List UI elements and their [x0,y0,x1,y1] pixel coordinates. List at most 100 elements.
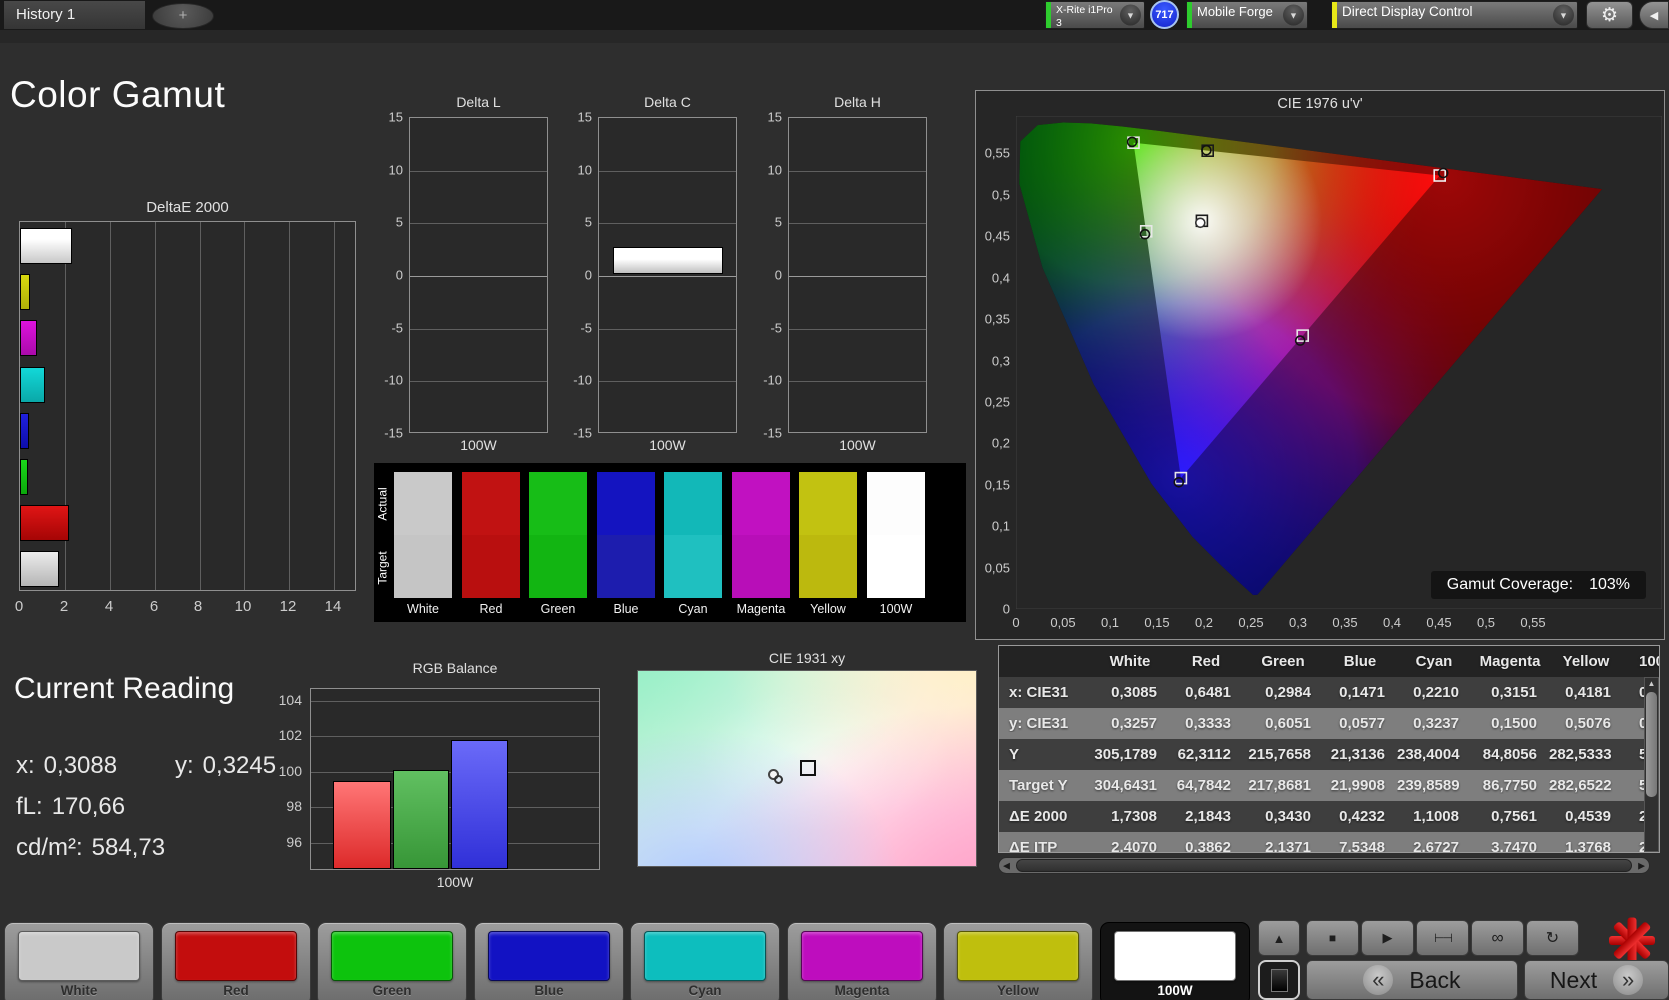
scroll-up-icon[interactable]: ▲ [1645,679,1658,688]
cie76-ytick: 0,35 [984,311,1010,327]
stop-icon: ■ [1328,931,1337,945]
continuous-read-button[interactable]: ∞ [1471,920,1524,956]
triangle-up-icon: ▲ [1272,930,1286,946]
swatch-label: Yellow [810,602,846,616]
meter-dropdown[interactable]: X-Rite i1Pro 3 Direct View ▼ [1045,1,1145,41]
current-reading-title: Current Reading [14,672,235,705]
tab-history-1[interactable]: History 1 [4,1,145,29]
patch-label: Blue [534,983,564,998]
delta-ytick: -10 [573,372,592,388]
settings-button[interactable]: ⚙ [1586,1,1633,29]
bar-red [20,505,69,541]
next-button[interactable]: Next » [1524,960,1669,1000]
scroll-left-icon[interactable]: ◀ [1003,860,1010,871]
patch-swatch [488,931,610,981]
reading-y: y: 0,3245 [175,752,277,779]
swatch-100w [867,472,925,598]
rgb-ytick: 100 [278,763,302,779]
cie76-ytick: 0,2 [991,435,1010,451]
secondary-bar [0,30,1669,43]
swatch-white [394,472,452,598]
display-control-dropdown[interactable]: Direct Display Control ▼ [1331,1,1578,29]
delta-l-chart [409,117,548,433]
delta-c-chart [598,117,737,433]
stop-measuring-icon[interactable] [1607,916,1657,964]
delta-ytick: 10 [577,162,592,178]
patch-button-green[interactable]: Green [317,922,467,1000]
swatch-label: Blue [613,602,639,616]
patch-button-cyan[interactable]: Cyan [630,922,780,1000]
patch-label: 100W [1157,983,1193,998]
source-dropdown[interactable]: Mobile Forge ▼ [1186,1,1308,29]
stop-button[interactable]: ■ [1306,920,1359,956]
cie76-xtick: 0,1 [1100,615,1120,630]
vscroll-thumb[interactable] [1646,692,1657,797]
delta-c-xlabel: 100W [649,437,686,453]
cie1976-diagram [1016,116,1662,609]
cie76-xtick: 0,5 [1476,615,1496,630]
patch-button-magenta[interactable]: Magenta [787,922,937,1000]
patch-label: Cyan [688,983,722,998]
table-row: Y 305,1789 62,3112 215,7658 21,3136 238,… [999,739,1659,770]
chevron-down-icon: ▼ [1553,4,1574,26]
play-button[interactable]: ▶ [1361,920,1414,956]
re-read-button[interactable]: ↻ [1526,920,1579,956]
patch-button-blue[interactable]: Blue [474,922,624,1000]
deltae-xtick: 12 [279,598,297,615]
table-horizontal-scrollbar[interactable]: ◀ ▶ [998,857,1650,874]
single-read-button[interactable]: ⊢⊣ [1416,920,1469,956]
hscroll-thumb[interactable] [1016,859,1632,872]
swatch-label: White [407,602,439,616]
cie76-ytick: 0,3 [991,353,1010,369]
table-vertical-scrollbar[interactable]: ▲ [1644,677,1659,852]
pattern-window-button[interactable] [1258,960,1300,1000]
delta-h-title: Delta H [834,94,881,110]
add-tab-button[interactable]: + [152,3,214,29]
chevron-left-icon: ◀ [1649,9,1659,22]
delta-ytick: 0 [584,267,592,283]
delta-l-xlabel: 100W [460,437,497,453]
swatch-blue [597,472,655,598]
patch-swatch [957,931,1079,981]
back-label: Back [1409,966,1461,993]
deltae-xtick: 6 [149,598,159,615]
chevron-double-left-icon: « [1363,965,1394,995]
swatch-label: 100W [879,602,913,616]
cie76-xtick: 0,05 [1050,615,1076,630]
cie76-xtick: 0,4 [1382,615,1402,630]
swatch-label: Cyan [678,602,708,616]
back-button[interactable]: « Back [1306,960,1518,1000]
refresh-icon: ↻ [1545,930,1560,947]
play-icon: ▶ [1382,930,1393,945]
patch-button-yellow[interactable]: Yellow [943,922,1093,1000]
table-row: ΔE 2000 1,7308 2,1843 0,3430 0,4232 1,10… [999,801,1659,832]
pattern-window-up-button[interactable]: ▲ [1258,920,1300,956]
patch-swatch [801,931,923,981]
cie76-ytick: 0,45 [984,228,1010,244]
table-row: y: CIE31 0,3257 0,3333 0,6051 0,0577 0,3… [999,708,1659,739]
delta-ytick: 5 [774,214,782,230]
delta-ytick: 0 [774,267,782,283]
scroll-right-icon[interactable]: ▶ [1638,860,1645,871]
next-label: Next [1549,966,1598,993]
patch-button-100w[interactable]: 100W [1100,922,1250,1000]
delta-ytick: -5 [580,320,592,336]
reading-cdm2: cd/m²: 584,73 [16,834,166,861]
delta-ytick: 5 [395,214,403,230]
patch-label: White [60,983,98,998]
cie76-xtick: 0,3 [1288,615,1308,630]
delta-ytick: 5 [584,214,592,230]
collapse-panel-button[interactable]: ◀ [1639,1,1669,29]
actual-row-label: Actual [376,487,391,521]
cie76-ytick: 0 [1002,601,1010,617]
delta-ytick: -5 [770,320,782,336]
delta-ytick: 15 [577,109,592,125]
cie76-ytick: 0,4 [991,270,1010,286]
delta-h-xlabel: 100W [839,437,876,453]
measurement-table: White Red Green Blue Cyan Magenta Yellow… [998,645,1660,853]
source-status-stripe [1187,2,1192,28]
deltae-xtick: 4 [104,598,114,615]
patch-button-white[interactable]: White [4,922,154,1000]
patch-button-red[interactable]: Red [161,922,311,1000]
cie1931-diagram [637,670,977,867]
